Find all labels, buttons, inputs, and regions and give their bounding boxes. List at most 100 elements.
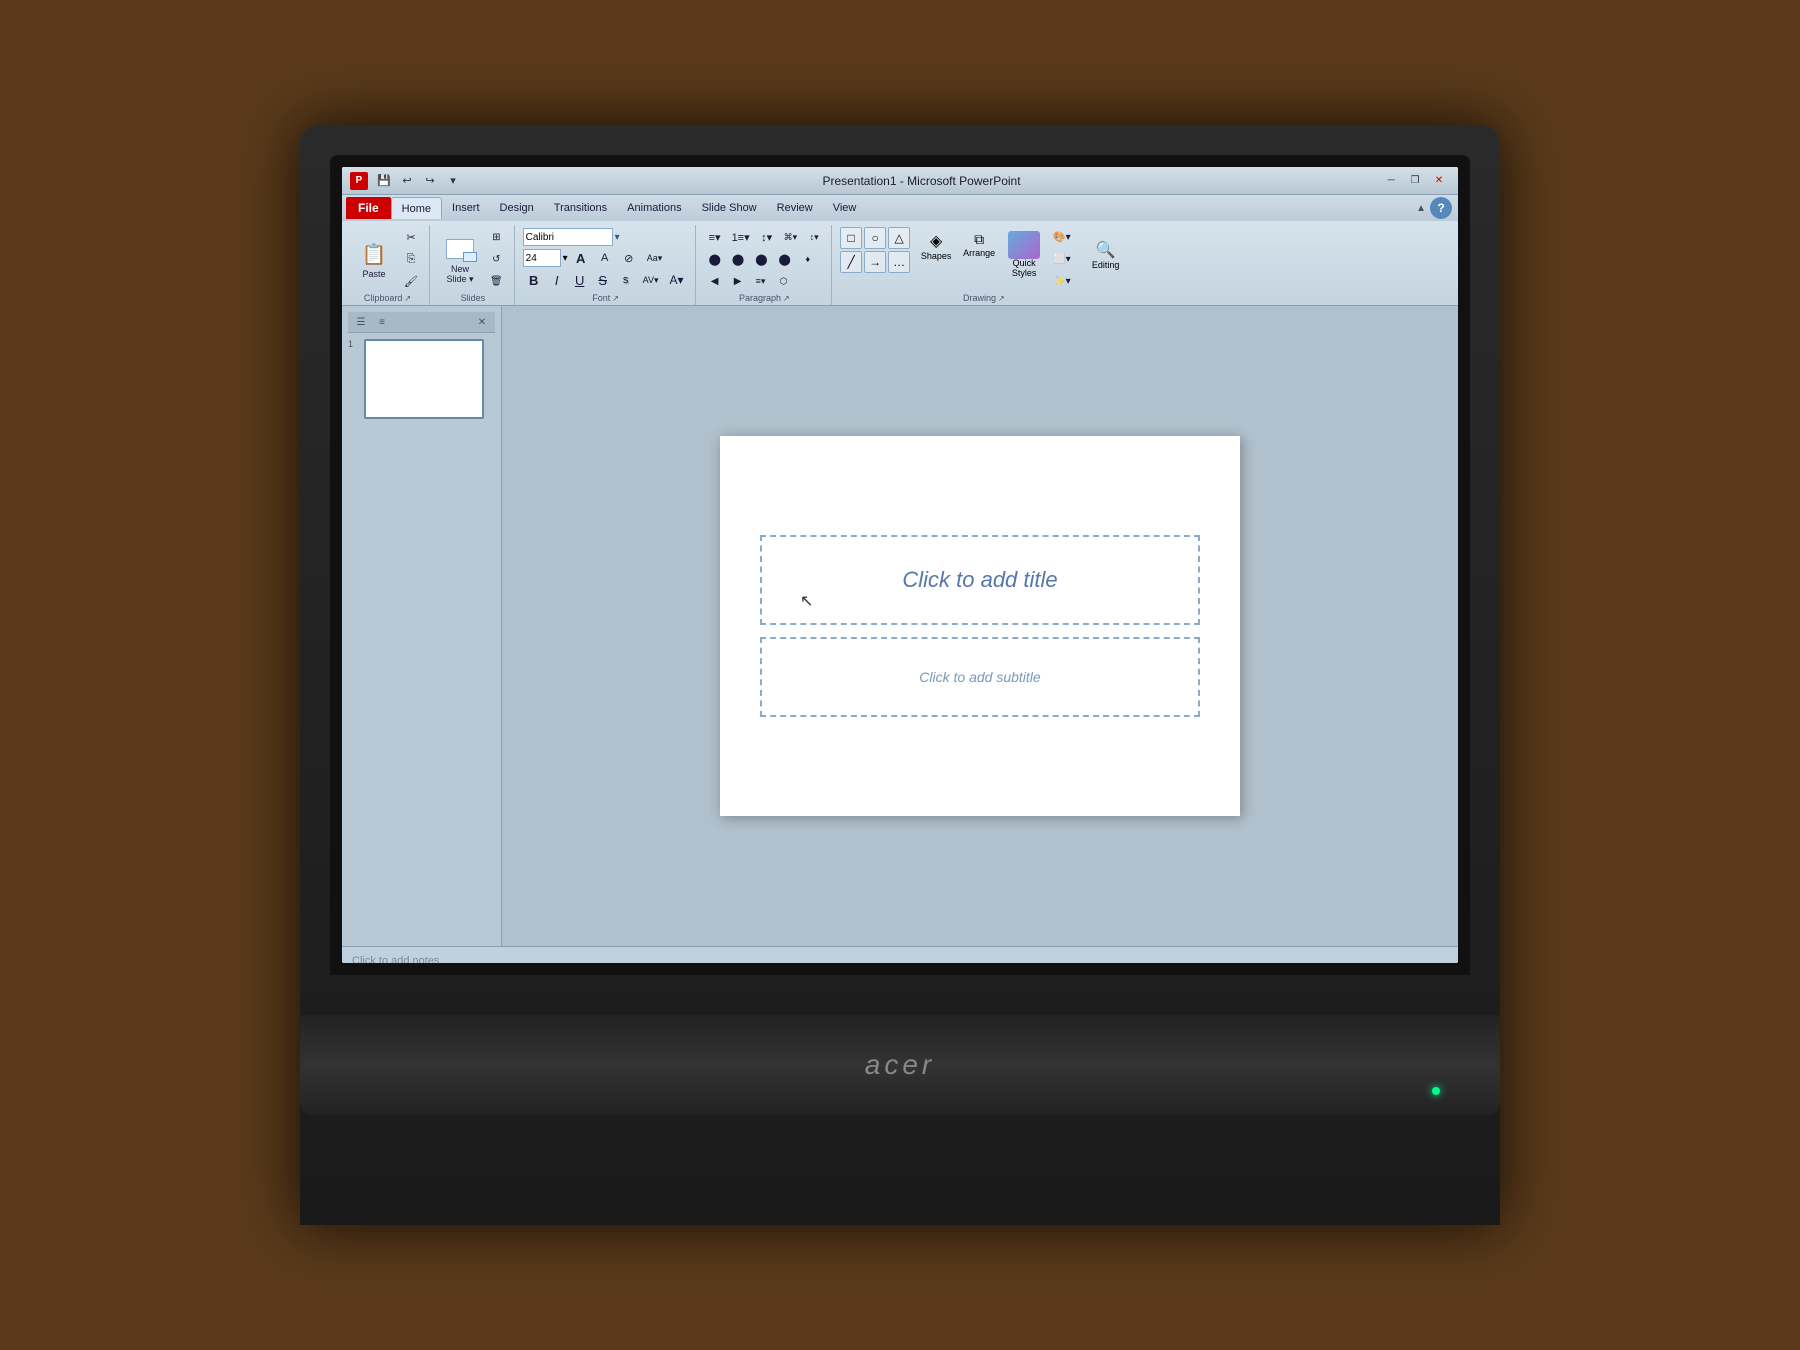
quick-styles-btn[interactable]: Quick Styles [1002,227,1046,283]
tab-view[interactable]: View [823,197,867,219]
decrease-font-btn[interactable]: A [594,248,616,268]
ribbon-content: 📋 Paste ✂ ⎘ 🖌 [342,221,1458,305]
arrange-btn[interactable]: ⧉ Arrange [958,227,1000,262]
line-spacing-btn[interactable]: ↕▾ [756,227,778,247]
font-controls: ▾ ▾ A A ⊘ Aa▾ [523,228,689,290]
shape-fill-btn[interactable]: 🎨▾ [1048,227,1075,247]
bullets-btn[interactable]: ≡▾ [704,227,726,247]
paste-button[interactable]: 📋 Paste [352,231,396,287]
cut-button[interactable]: ✂ [399,227,423,247]
title-bar-left: P 💾 ↩ ↪ ▾ [350,172,463,190]
arrange-icon: ⧉ [974,231,984,248]
redo-btn[interactable]: ↪ [420,172,440,190]
arrange-label: Arrange [963,248,995,258]
shape-effects-btn[interactable]: ✨▾ [1048,271,1075,291]
ribbon: File Home Insert Design Transitions Anim… [342,195,1458,306]
para-row-1: ≡▾ 1≡▾ ↕▾ ⌘▾ ↕▾ [704,227,826,247]
tab-file[interactable]: File [346,197,391,219]
clipboard-content: 📋 Paste ✂ ⎘ 🖌 [352,227,423,291]
drawing-expand-icon[interactable]: ↗ [998,294,1005,303]
subtitle-placeholder[interactable]: Click to add subtitle [760,637,1200,717]
indent-more-btn[interactable]: ▶ [727,271,749,291]
close-btn[interactable]: ✕ [1428,172,1450,190]
help-btn[interactable]: ? [1430,197,1452,219]
slide-small-btns: ⊞ ↺ 🗑 [485,227,508,291]
convert-smartart-btn[interactable]: ⬡ [773,271,795,291]
slides-label: Slides [438,291,508,303]
reset-button[interactable]: ↺ [485,249,508,269]
shapes-btn[interactable]: ◈ Shapes [916,227,956,265]
font-name-input[interactable] [523,228,613,246]
tab-animations[interactable]: Animations [617,197,691,219]
numbering-btn[interactable]: 1≡▾ [727,227,755,247]
new-slide-icon [444,233,476,265]
align-center-btn[interactable]: ⬤ [727,249,749,269]
text-direction-btn[interactable]: ↕▾ [803,227,825,247]
shape-oval[interactable]: ○ [864,227,886,249]
undo-btn[interactable]: ↩ [397,172,417,190]
qa-dropdown-btn[interactable]: ▾ [443,172,463,190]
align-right-btn[interactable]: ⬤ [750,249,772,269]
copy-button[interactable]: ⎘ [399,249,423,269]
drawing-text: Drawing [963,293,996,303]
strikethrough-btn[interactable]: S [592,270,614,290]
font-color-btn[interactable]: A▾ [665,270,689,290]
font-size-dropdown-icon[interactable]: ▾ [563,253,568,264]
main-area: ☰ ≡ ✕ 1 ↖ [342,306,1458,946]
shapes-row: □ ○ △ ╱ → … ◈ [840,227,1127,291]
layout-button[interactable]: ⊞ [485,227,508,247]
bold-btn[interactable]: B [523,270,545,290]
italic-btn[interactable]: I [546,270,568,290]
align-left-btn[interactable]: ⬤ [704,249,726,269]
font-dropdown-icon[interactable]: ▾ [615,232,620,243]
char-spacing-btn[interactable]: AV▾ [638,270,664,290]
delete-slide-button[interactable]: 🗑 [485,271,508,291]
format-painter-icon: 🖌 [404,275,418,288]
shadow-btn[interactable]: s [615,270,637,290]
minimize-btn[interactable]: ─ [1380,172,1402,190]
tab-home[interactable]: Home [391,197,442,219]
tab-review[interactable]: Review [767,197,823,219]
panel-slides-btn[interactable]: ☰ [352,314,370,330]
notes-bar[interactable]: Click to add notes [342,946,1458,963]
title-placeholder[interactable]: Click to add title [760,535,1200,625]
shape-outline-btn[interactable]: ⬜▾ [1048,249,1075,269]
format-painter-button[interactable]: 🖌 [399,271,423,291]
change-case-btn[interactable]: Aa▾ [642,248,668,268]
slide-number-1: 1 [348,339,360,349]
slide-thumbnail-1[interactable] [364,339,484,419]
align-text-btn[interactable]: ≡▾ [750,271,772,291]
font-expand-icon[interactable]: ↗ [612,294,619,303]
restore-btn[interactable]: ❐ [1404,172,1426,190]
shape-triangle[interactable]: △ [888,227,910,249]
shape-line[interactable]: ╱ [840,251,862,273]
smartart-btn[interactable]: ♦ [797,249,819,269]
tab-transitions[interactable]: Transitions [544,197,617,219]
tab-insert[interactable]: Insert [442,197,490,219]
shape-more[interactable]: … [888,251,910,273]
panel-toolbar: ☰ ≡ ✕ [348,312,495,333]
indent-less-btn[interactable]: ◀ [704,271,726,291]
save-quick-btn[interactable]: 💾 [374,172,394,190]
columns-btn[interactable]: ⌘▾ [779,227,803,247]
paragraph-expand-icon[interactable]: ↗ [783,294,790,303]
underline-btn[interactable]: U [569,270,591,290]
slide-canvas[interactable]: ↖ Click to add title Click to add subtit… [720,436,1240,816]
panel-outline-btn[interactable]: ≡ [373,314,391,330]
tab-slideshow[interactable]: Slide Show [692,197,767,219]
new-slide-button[interactable]: NewSlide ▾ [438,229,482,289]
slides-panel: ☰ ≡ ✕ 1 [342,306,502,946]
clipboard-expand-icon[interactable]: ↗ [404,294,411,303]
shape-arrow[interactable]: → [864,251,886,273]
shape-rect[interactable]: □ [840,227,862,249]
tab-design[interactable]: Design [490,197,544,219]
clear-format-btn[interactable]: ⊘ [618,248,640,268]
shapes-grid: □ ○ △ ╱ → … [840,227,910,291]
editing-group: 🔍 Editing [1084,227,1128,291]
panel-close-btn[interactable]: ✕ [473,314,491,330]
paragraph-rows: ≡▾ 1≡▾ ↕▾ ⌘▾ ↕▾ ⬤ ⬤ ⬤ [704,227,826,291]
justify-btn[interactable]: ⬤ [774,249,796,269]
editing-btn[interactable]: 🔍 Editing [1084,227,1128,283]
increase-font-btn[interactable]: A [570,248,592,268]
font-size-input[interactable] [523,249,561,267]
